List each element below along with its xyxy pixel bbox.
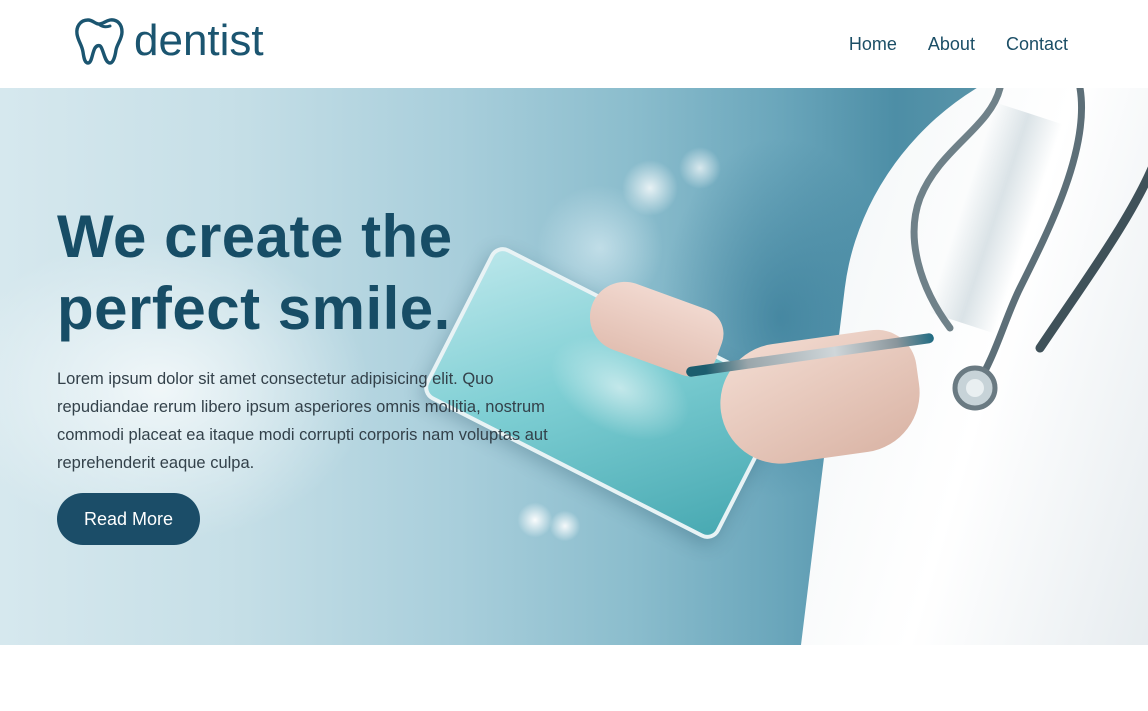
hero-description: Lorem ipsum dolor sit amet consectetur a… [57,370,548,472]
hero-title: We create the perfect smile. [57,201,557,345]
read-more-button[interactable]: Read More [57,493,200,545]
hero-title-line-1: We create the [57,203,453,270]
nav-link-home[interactable]: Home [849,33,897,55]
hero-title-line-2: perfect smile. [57,275,451,342]
nav-link-about[interactable]: About [928,33,975,55]
navbar: dentist Home About Contact [0,0,1148,88]
brand-logo[interactable]: dentist [74,16,264,66]
tooth-icon [75,18,124,65]
stethoscope-image [910,88,1148,411]
brand-name: dentist [134,16,264,65]
hero-content: We create the perfect smile. Lorem ipsum… [57,201,557,545]
main-nav: Home About Contact [849,33,1068,55]
nav-link-contact[interactable]: Contact [1006,33,1068,55]
hero-section: We create the perfect smile. Lorem ipsum… [0,88,1148,645]
